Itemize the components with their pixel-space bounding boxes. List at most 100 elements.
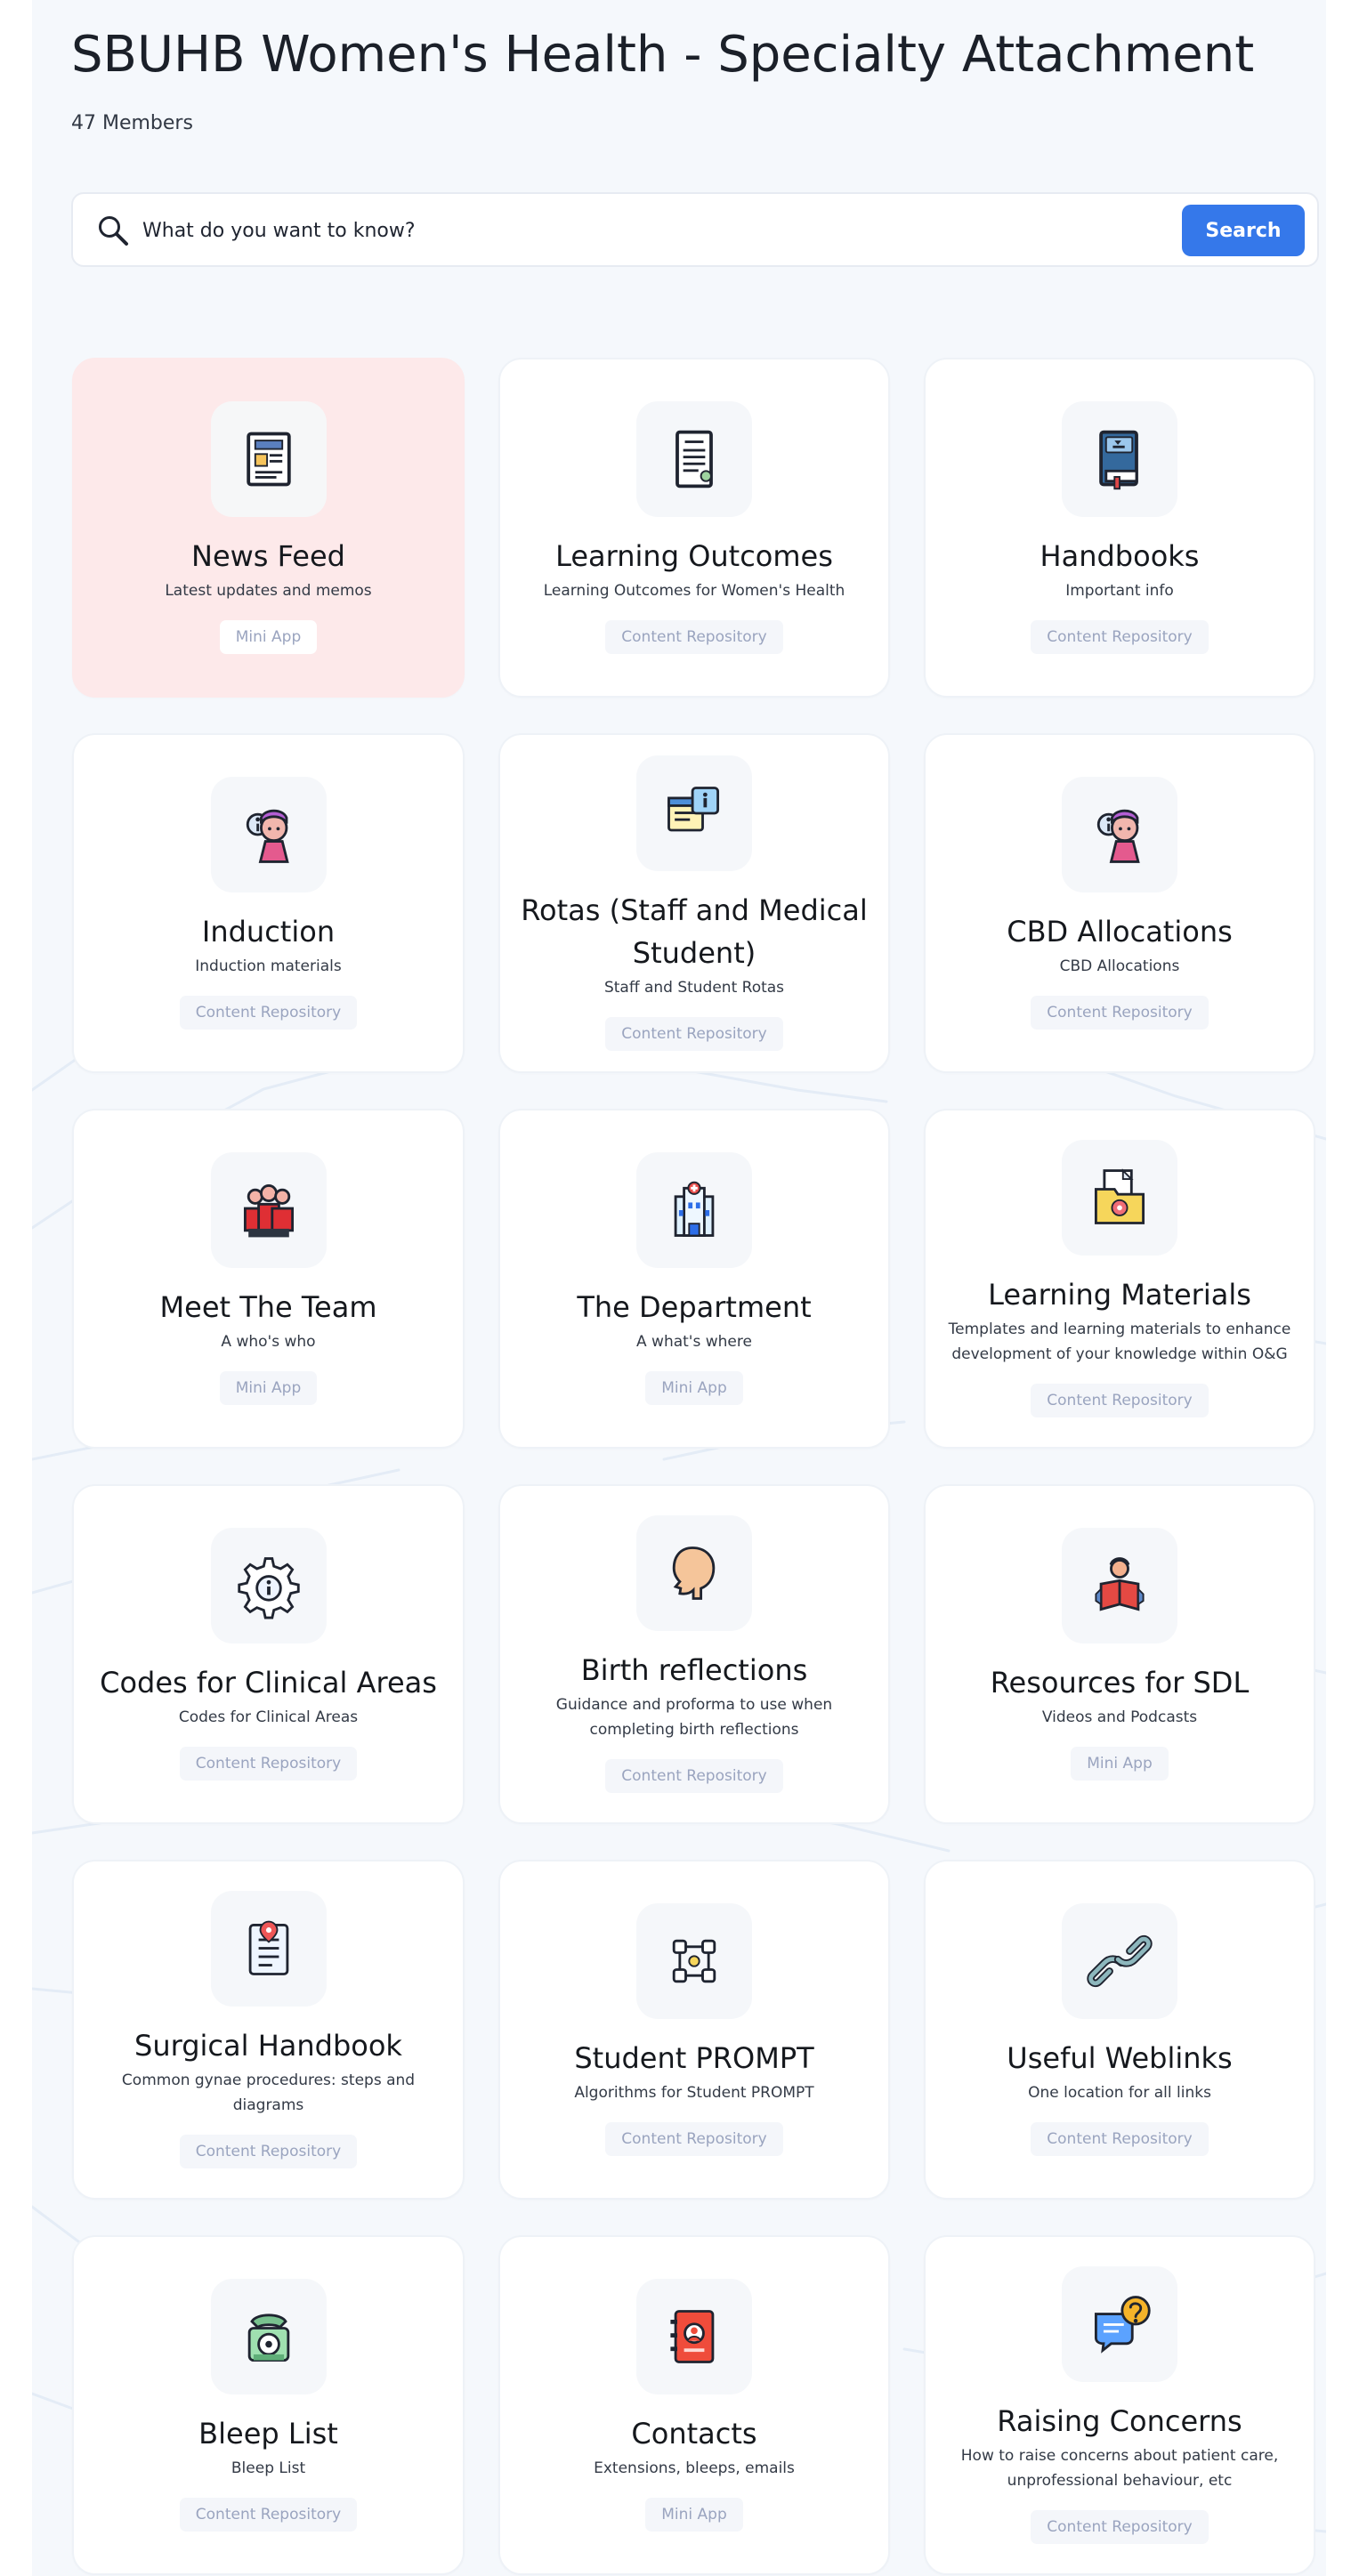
card-codes-for-clinical-areas[interactable]: Codes for Clinical Areas Codes for Clini… (72, 1484, 465, 1824)
card-subtitle: CBD Allocations (1059, 957, 1180, 975)
card-resources-for-sdl[interactable]: Resources for SDL Videos and Podcasts Mi… (924, 1484, 1315, 1824)
card-title: News Feed (191, 539, 345, 573)
card-type-badge: Content Repository (1031, 2122, 1209, 2156)
card-type-badge: Content Repository (1031, 1384, 1209, 1417)
card-learning-materials[interactable]: Learning Materials Templates and learnin… (924, 1109, 1315, 1449)
card-title: Meet The Team (159, 1290, 377, 1324)
head-icon (672, 1546, 716, 1600)
user-info-icon (1096, 809, 1140, 863)
card-title: Birth reflections (580, 1653, 808, 1687)
card-type-badge: Content Repository (605, 1759, 783, 1793)
card-title: Induction (201, 915, 336, 949)
card-title: The Department (577, 1290, 812, 1324)
card-type-badge: Mini App (219, 620, 318, 654)
card-title: Codes for Clinical Areas (100, 1666, 437, 1700)
card-icon-container (636, 1152, 752, 1268)
card-type-badge: Content Repository (179, 1747, 358, 1781)
card-subtitle: Templates and learning materials to enha… (948, 1320, 1291, 1363)
hospital-icon (674, 1181, 715, 1237)
card-induction[interactable]: Induction Induction materials Content Re… (72, 733, 465, 1073)
card-type-badge: Content Repository (605, 1017, 783, 1051)
search-icon (99, 216, 128, 246)
card-rotas[interactable]: Rotas (Staff and Medical Student) Staff … (498, 733, 890, 1073)
card-type-badge: Content Repository (605, 620, 783, 654)
workflow-icon (672, 1939, 716, 1983)
card-bleep-list[interactable]: Bleep List Bleep List Content Repository (72, 2235, 465, 2575)
card-cbd-allocations[interactable]: CBD Allocations CBD Allocations Content … (924, 733, 1315, 1073)
search-button[interactable]: Search (1182, 205, 1305, 256)
card-title: Handbooks (1040, 539, 1200, 573)
card-title: Raising Concerns (997, 2404, 1242, 2438)
card-icon-container (1062, 777, 1177, 892)
card-subtitle: Bleep List (231, 2459, 306, 2477)
card-type-badge: Mini App (1071, 1747, 1169, 1781)
page-title: SBUHB Women's Health - Specialty Attachm… (71, 26, 1255, 84)
card-icon-container (636, 755, 752, 871)
card-type-badge: Content Repository (179, 996, 358, 1030)
card-icon-container (1062, 401, 1177, 517)
card-subtitle: Algorithms for Student PROMPT (574, 2084, 814, 2102)
card-title: Learning Outcomes (555, 539, 833, 573)
card-type-badge: Content Repository (1031, 996, 1209, 1030)
card-icon-container (210, 401, 327, 517)
search-input[interactable] (141, 210, 1114, 251)
card-subtitle: Learning Outcomes for Women's Health (543, 582, 845, 600)
card-icon-container (1062, 1140, 1177, 1256)
card-subtitle: Common gynae procedures: steps and diagr… (121, 2071, 416, 2114)
card-subtitle: Guidance and proforma to use when comple… (555, 1696, 833, 1739)
card-title: Contacts (631, 2417, 757, 2451)
card-icon-container (636, 1903, 752, 2019)
card-learning-outcomes[interactable]: Learning Outcomes Learning Outcomes for … (498, 358, 890, 698)
card-icon-container (1062, 2266, 1177, 2382)
card-meet-the-team[interactable]: Meet The Team A who's who Mini App (72, 1109, 465, 1449)
document-icon (676, 430, 713, 489)
member-count: 47 Members (71, 112, 193, 134)
card-title: Surgical Handbook (134, 2029, 402, 2063)
card-news-feed[interactable]: News Feed Latest updates and memos Mini … (72, 358, 465, 698)
card-surgical-handbook[interactable]: Surgical Handbook Common gynae procedure… (72, 1860, 465, 2200)
card-icon-container (1062, 1903, 1177, 2019)
card-the-department[interactable]: The Department A what's where Mini App (498, 1109, 890, 1449)
app-grid: News Feed Latest updates and memos Mini … (72, 358, 1320, 2575)
card-icon-container (210, 777, 327, 892)
card-title: Bleep List (198, 2417, 338, 2451)
card-icon-container (210, 1528, 327, 1643)
card-student-prompt[interactable]: Student PROMPT Algorithms for Student PR… (498, 1860, 890, 2200)
card-title: Useful Weblinks (1007, 2041, 1233, 2075)
card-type-badge: Mini App (219, 1371, 318, 1405)
card-icon-container (636, 2279, 752, 2394)
card-raising-concerns[interactable]: Raising Concerns How to raise concerns a… (924, 2235, 1315, 2575)
card-title: Rotas (Staff and Medical Student) (521, 893, 868, 970)
card-title: Resources for SDL (990, 1666, 1250, 1700)
card-birth-reflections[interactable]: Birth reflections Guidance and proforma … (498, 1484, 890, 1824)
card-title: Learning Materials (988, 1278, 1251, 1312)
team-icon (243, 1184, 294, 1238)
gear-info-icon (237, 1557, 300, 1619)
card-icon-container (210, 2279, 327, 2394)
card-title: Student PROMPT (574, 2041, 814, 2075)
card-subtitle: How to raise concerns about patient care… (960, 2447, 1279, 2490)
reader-icon (1095, 1557, 1145, 1611)
card-subtitle: A what's where (636, 1333, 752, 1351)
card-handbooks[interactable]: Handbooks Important info Content Reposit… (924, 358, 1315, 698)
card-contacts[interactable]: Contacts Extensions, bleeps, emails Mini… (498, 2235, 890, 2575)
card-type-badge: Mini App (645, 2498, 743, 2532)
card-icon-container (210, 1891, 327, 2007)
card-icon-container (636, 401, 752, 517)
card-subtitle: A who's who (221, 1333, 316, 1351)
card-type-badge: Content Repository (605, 2122, 783, 2156)
address-book-icon (670, 2310, 715, 2363)
card-subtitle: Videos and Podcasts (1041, 1708, 1198, 1726)
card-subtitle: Induction materials (195, 957, 342, 975)
newspaper-icon (246, 432, 291, 487)
card-subtitle: Extensions, bleeps, emails (594, 2459, 795, 2477)
card-type-badge: Content Repository (179, 2135, 358, 2168)
phone-icon (247, 2314, 289, 2362)
page-background: SBUHB Women's Health - Specialty Attachm… (32, 0, 1326, 2576)
header: SBUHB Women's Health - Specialty Attachm… (71, 23, 1254, 134)
book-icon (1099, 430, 1138, 490)
folder-icon (1094, 1168, 1145, 1224)
card-useful-weblinks[interactable]: Useful Weblinks One location for all lin… (924, 1860, 1315, 2200)
card-type-badge: Content Repository (1031, 2510, 1209, 2544)
card-icon-container (1062, 1528, 1177, 1643)
